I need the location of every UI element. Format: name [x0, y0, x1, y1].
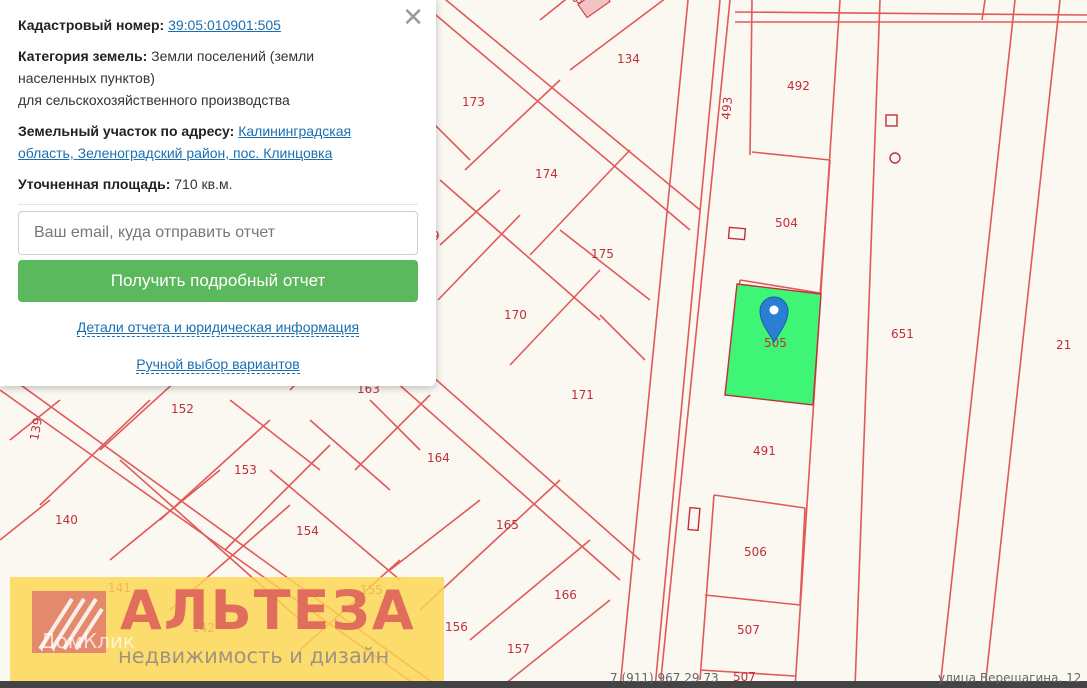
- parcel-number-label: 134: [617, 52, 640, 66]
- parcel-number-label: 140: [55, 513, 78, 527]
- parcel-number-label: 152: [171, 402, 194, 416]
- watermark: ДомКлик АЛЬТЕЗА недвижимость и дизайн: [10, 577, 444, 681]
- cadastral-row: Кадастровый номер: 39:05:010901:505: [18, 14, 418, 36]
- category-row: Категория земель: Земли поселений (земли…: [18, 45, 418, 111]
- address-line-2: область, Зеленоградский район, пос. Клин…: [18, 145, 333, 161]
- parcel-number-label: 156: [445, 620, 468, 634]
- bottom-phone: 7 (911) 967 29 73: [610, 671, 719, 685]
- parcel-number-label: 165: [496, 518, 519, 532]
- parcel-number-label: 493: [719, 96, 735, 120]
- parcel-number-label: 153: [234, 463, 257, 477]
- category-value-2: населенных пунктов): [18, 70, 155, 86]
- area-value: 710 кв.м.: [174, 176, 233, 192]
- parcel-number-label: 504: [775, 216, 798, 230]
- bottom-strip: [0, 681, 1087, 688]
- parcel-number-label: 8: [570, 0, 586, 6]
- cadastral-number-link[interactable]: 39:05:010901:505: [168, 17, 281, 33]
- parcel-number-label: 164: [427, 451, 450, 465]
- parcel-number-label: 154: [296, 524, 319, 538]
- parcel-number-label: 21: [1056, 338, 1071, 352]
- area-label: Уточненная площадь:: [18, 176, 171, 192]
- parcel-number-label: 651: [891, 327, 914, 341]
- bottom-street: улица Верещагина, 12: [938, 671, 1082, 685]
- parcel-number-label: 173: [462, 95, 485, 109]
- parcel-info-popup: ✕ Кадастровый номер: 39:05:010901:505 Ка…: [0, 0, 436, 386]
- parcel-number-label: 166: [554, 588, 577, 602]
- address-row: Земельный участок по адресу: Калининград…: [18, 120, 418, 164]
- watermark-subtitle: недвижимость и дизайн: [118, 644, 390, 668]
- parcel-number-label: 491: [753, 444, 776, 458]
- category-value-3: для сельскохозяйственного производства: [18, 92, 290, 108]
- parcel-number-label: 175: [591, 247, 614, 261]
- address-line-1: Калининградская: [238, 123, 352, 139]
- watermark-title: АЛЬТЕЗА: [120, 579, 416, 642]
- parcel-number-label: 139: [27, 417, 45, 442]
- report-details-link[interactable]: Детали отчета и юридическая информация: [76, 318, 360, 337]
- parcel-number-label: 492: [787, 79, 810, 93]
- cadastral-label: Кадастровый номер:: [18, 17, 165, 33]
- parcel-number-label: 170: [504, 308, 527, 322]
- email-input[interactable]: [18, 211, 418, 255]
- parcel-number-label: 157: [507, 642, 530, 656]
- manual-selection-link[interactable]: Ручной выбор вариантов: [136, 355, 300, 374]
- category-value-1: Земли поселений (земли: [151, 48, 315, 64]
- area-row: Уточненная площадь: 710 кв.м.: [18, 173, 418, 195]
- get-report-button[interactable]: Получить подробный отчет: [18, 260, 418, 302]
- address-label: Земельный участок по адресу:: [18, 123, 235, 139]
- divider: [18, 204, 418, 205]
- parcel-number-label: 506: [744, 545, 767, 559]
- category-label: Категория земель:: [18, 48, 148, 64]
- parcel-number-label: 171: [571, 388, 594, 402]
- close-icon[interactable]: ✕: [402, 2, 424, 32]
- parcel-number-label: 174: [535, 167, 558, 181]
- parcel-number-label: 176: [535, 0, 558, 1]
- parcel-number-label: 507: [737, 623, 760, 637]
